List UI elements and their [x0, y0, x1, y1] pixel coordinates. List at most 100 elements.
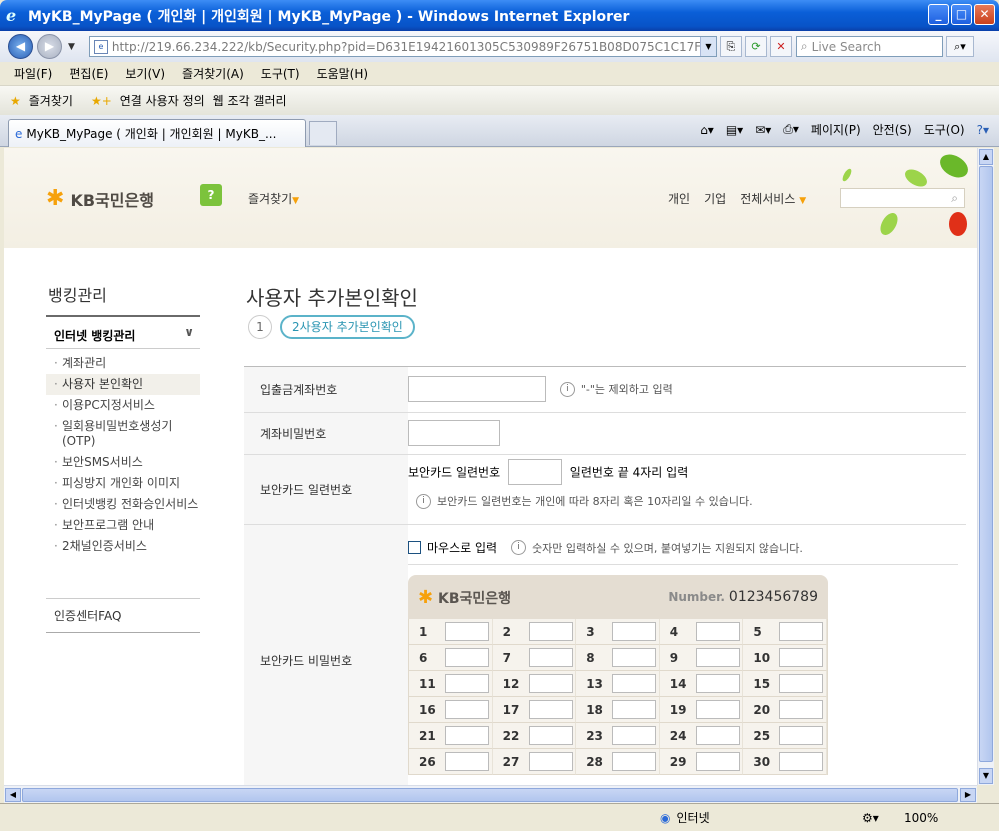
mail-icon[interactable]: ✉▾: [755, 123, 771, 137]
menu-favorites[interactable]: 즐겨찾기(A): [182, 65, 244, 82]
menu-help[interactable]: 도움말(H): [317, 65, 369, 82]
tools-menu[interactable]: 도구(O): [924, 121, 965, 138]
back-button[interactable]: ◀: [8, 34, 33, 59]
card-cell-input[interactable]: [528, 726, 573, 745]
card-cell-input[interactable]: [612, 622, 657, 641]
card-cell-input[interactable]: [612, 700, 657, 719]
web-slice-gallery-link[interactable]: 웹 조각 갤러리: [213, 92, 287, 109]
horizontal-scrollbar[interactable]: ◀ ▶: [4, 785, 977, 803]
custom-links-link[interactable]: 연결 사용자 정의: [120, 92, 205, 109]
sidebar-item-otp[interactable]: 일회용비밀번호생성기(OTP): [46, 416, 200, 452]
search-icon[interactable]: ⌕: [951, 191, 958, 205]
address-bar[interactable]: e http://219.66.234.222/kb/Security.php?…: [88, 36, 717, 57]
sidebar-item-pc-designation[interactable]: 이용PC지정서비스: [46, 395, 200, 416]
card-cell-input[interactable]: [695, 622, 740, 641]
mouse-input-checkbox[interactable]: [408, 541, 421, 554]
compatibility-icon[interactable]: ⎘: [719, 36, 742, 57]
browser-tab[interactable]: e MyKB_MyPage ( 개인화 | 개인회원 | MyKB_...: [8, 119, 306, 147]
vertical-scroll-thumb[interactable]: [979, 166, 993, 762]
add-favorite-icon[interactable]: ★+: [91, 94, 112, 108]
menu-view[interactable]: 보기(V): [125, 65, 165, 82]
new-tab-button[interactable]: [309, 121, 337, 145]
site-search-input[interactable]: ⌕: [840, 188, 965, 208]
card-cell-input[interactable]: [528, 648, 573, 667]
menu-file[interactable]: 파일(F): [14, 65, 52, 82]
sidebar-item-user-verification[interactable]: 사용자 본인확인: [46, 374, 200, 395]
nav-all-services[interactable]: 전체서비스 ▼: [740, 190, 806, 207]
card-cell-input[interactable]: [528, 700, 573, 719]
card-cell-input[interactable]: [695, 648, 740, 667]
card-cell-input[interactable]: [779, 648, 824, 667]
card-cell-input[interactable]: [445, 622, 489, 641]
account-number-input[interactable]: [408, 376, 546, 402]
search-input[interactable]: ⌕ Live Search: [795, 36, 943, 57]
nav-business[interactable]: 기업: [704, 190, 726, 207]
card-cell-input[interactable]: [445, 700, 489, 719]
minimize-button[interactable]: _: [928, 4, 949, 25]
menu-edit[interactable]: 편집(E): [69, 65, 108, 82]
refresh-button[interactable]: ⟳: [744, 36, 767, 57]
help-icon[interactable]: ?: [200, 184, 222, 206]
sidebar-item-phone-approval[interactable]: 인터넷뱅킹 전화승인서비스: [46, 494, 200, 515]
card-cell-input[interactable]: [695, 674, 740, 693]
card-cell-input[interactable]: [528, 674, 573, 693]
card-cell-input[interactable]: [779, 622, 824, 641]
card-cell-input[interactable]: [779, 674, 824, 693]
sidebar-item-account[interactable]: 계좌관리: [46, 353, 200, 374]
sidebar-faq[interactable]: 인증센터FAQ: [46, 598, 200, 633]
address-url[interactable]: http://219.66.234.222/kb/Security.php?pi…: [112, 40, 700, 54]
card-cell-input[interactable]: [445, 648, 489, 667]
scroll-up-arrow[interactable]: ▲: [979, 149, 993, 165]
page-menu[interactable]: 페이지(P): [811, 121, 861, 138]
account-password-input[interactable]: [408, 420, 500, 446]
sidebar-item-phishing[interactable]: 피싱방지 개인화 이미지: [46, 473, 200, 494]
horizontal-scroll-thumb[interactable]: [22, 788, 958, 802]
card-cell-input[interactable]: [695, 700, 740, 719]
search-button[interactable]: ⌕▾: [945, 36, 974, 57]
card-cell-input[interactable]: [528, 752, 573, 771]
zoom-level[interactable]: 100%: [904, 811, 938, 825]
security-card-header: ✱ KB국민은행 Number. 0123456789: [408, 575, 828, 619]
stop-button[interactable]: ✕: [769, 36, 792, 57]
home-icon[interactable]: ⌂▾: [700, 123, 714, 137]
info-icon: i: [416, 493, 431, 509]
sidebar-item-security-program[interactable]: 보안프로그램 안내: [46, 515, 200, 536]
sidebar-section[interactable]: 인터넷 뱅킹관리 ∨: [46, 315, 200, 349]
serial-number-input[interactable]: [507, 459, 562, 485]
card-cell-input[interactable]: [695, 752, 740, 771]
card-cell-input[interactable]: [612, 648, 657, 667]
card-cell-input[interactable]: [695, 726, 740, 745]
scroll-left-arrow[interactable]: ◀: [5, 788, 21, 802]
maximize-button[interactable]: □: [951, 4, 972, 25]
card-cell-input[interactable]: [779, 726, 824, 745]
card-cell-input[interactable]: [779, 752, 824, 771]
forward-button[interactable]: ▶: [37, 34, 62, 59]
print-icon[interactable]: ⎙▾: [783, 122, 799, 137]
card-cell-input[interactable]: [612, 726, 657, 745]
card-cell-input[interactable]: [445, 752, 489, 771]
card-cell-input[interactable]: [528, 622, 573, 641]
kb-logo[interactable]: ✱ KB국민은행: [46, 186, 154, 211]
card-cell-input[interactable]: [612, 674, 657, 693]
site-favorites[interactable]: 즐겨찾기▼: [248, 190, 299, 207]
scroll-down-arrow[interactable]: ▼: [979, 768, 993, 784]
card-cell: 18: [576, 697, 660, 723]
sidebar-item-2channel[interactable]: 2채널인증서비스: [46, 536, 200, 557]
recent-pages-dropdown[interactable]: ▼: [68, 42, 75, 52]
vertical-scrollbar[interactable]: ▲ ▼: [977, 148, 994, 785]
address-dropdown[interactable]: ▼: [699, 37, 716, 56]
scroll-right-arrow[interactable]: ▶: [960, 788, 976, 802]
feeds-icon[interactable]: ▤▾: [726, 123, 743, 137]
close-button[interactable]: ✕: [974, 4, 995, 25]
menu-tools[interactable]: 도구(T): [261, 65, 300, 82]
protected-mode-icon[interactable]: ⚙▾: [862, 811, 879, 825]
card-cell-input[interactable]: [612, 752, 657, 771]
help-icon[interactable]: ?▾: [977, 123, 989, 137]
favorites-button[interactable]: 즐겨찾기: [29, 92, 73, 109]
safety-menu[interactable]: 안전(S): [873, 121, 912, 138]
card-cell-input[interactable]: [445, 674, 489, 693]
nav-personal[interactable]: 개인: [668, 190, 690, 207]
sidebar-item-sms[interactable]: 보안SMS서비스: [46, 452, 200, 473]
card-cell-input[interactable]: [445, 726, 489, 745]
card-cell-input[interactable]: [779, 700, 824, 719]
